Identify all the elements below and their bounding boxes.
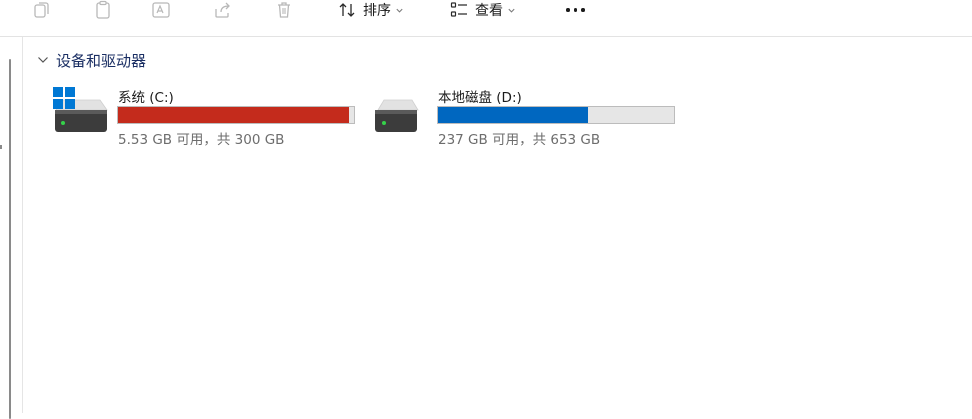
view-list-icon — [450, 2, 467, 17]
share-icon[interactable] — [212, 0, 234, 20]
sort-button[interactable]: 排序 — [337, 0, 404, 20]
hard-drive-icon — [374, 86, 430, 134]
chevron-down-icon — [508, 8, 515, 13]
command-bar: 排序 查看 — [0, 0, 972, 37]
more-options-button[interactable] — [566, 0, 585, 20]
navigation-pane — [0, 37, 23, 419]
sort-label: 排序 — [363, 3, 391, 19]
sort-icon — [339, 3, 355, 17]
scrollbar-thumb[interactable] — [9, 59, 11, 419]
drive-free-space: 237 GB 可用，共 653 GB — [438, 132, 601, 148]
drive-free-space: 5.53 GB 可用，共 300 GB — [118, 132, 285, 148]
group-header-devices-drives[interactable]: 设备和驱动器 — [36, 50, 146, 70]
drive-item-d[interactable]: 本地磁盘 (D:) 237 GB 可用，共 653 GB — [374, 84, 684, 148]
system-drive-icon — [52, 86, 108, 134]
drive-name: 系统 (C:) — [118, 90, 174, 106]
copy-icon[interactable] — [31, 0, 53, 20]
drive-usage-fill — [118, 107, 350, 123]
rename-icon[interactable] — [150, 0, 172, 20]
chevron-down-icon — [396, 8, 403, 13]
group-title: 设备和驱动器 — [56, 51, 147, 70]
drive-item-c[interactable]: 系统 (C:) 5.53 GB 可用，共 300 GB — [52, 84, 362, 148]
drive-usage-bar — [437, 106, 675, 124]
chevron-down-icon — [38, 57, 48, 63]
pane-resize-handle[interactable] — [0, 145, 2, 149]
drive-usage-bar — [117, 106, 355, 124]
paste-icon[interactable] — [92, 0, 114, 20]
drive-name: 本地磁盘 (D:) — [438, 90, 522, 106]
drive-usage-fill — [438, 107, 589, 123]
delete-icon[interactable] — [273, 0, 295, 20]
view-button[interactable]: 查看 — [449, 0, 516, 20]
more-dots-icon — [566, 8, 570, 12]
view-label: 查看 — [475, 3, 503, 19]
